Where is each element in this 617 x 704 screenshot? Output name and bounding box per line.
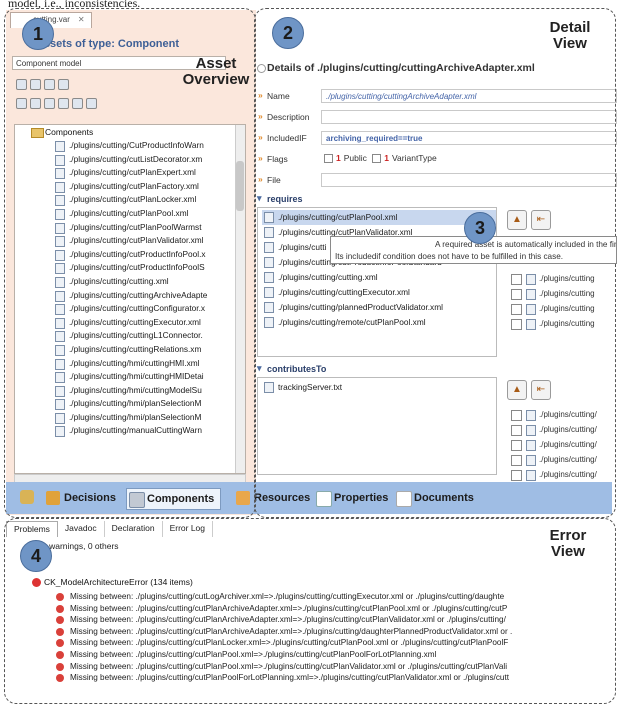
marker-4: 4 xyxy=(20,540,52,572)
error-view-label: Error View xyxy=(549,527,587,560)
error-view-outline xyxy=(4,518,616,704)
marker-1: 1 xyxy=(22,18,54,50)
detail-view-label: Detail View xyxy=(549,19,591,52)
marker-3: 3 xyxy=(464,212,496,244)
asset-overview-label: Asset Overview xyxy=(182,55,250,88)
tooltip-line-2: Its includedif condition does not have t… xyxy=(335,252,564,261)
marker-2: 2 xyxy=(272,17,304,49)
